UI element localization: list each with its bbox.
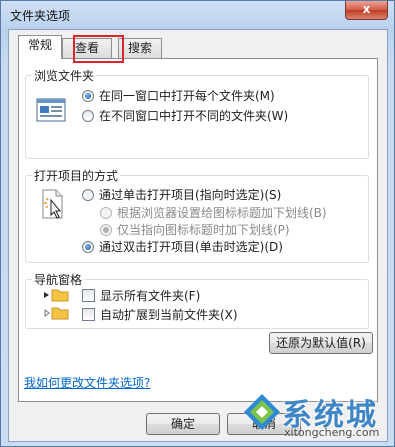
- double-click-label: 通过双击打开项目(单击时选定)(D): [99, 240, 283, 254]
- single-click-radio[interactable]: [82, 189, 94, 201]
- single-click-label: 通过单击打开项目(指向时选定)(S): [99, 188, 282, 202]
- general-tab-panel: 浏览文件夹 在同一窗口中打开每个文件夹(M) 在不同窗口中打开不同的文件夹(W)…: [18, 58, 378, 402]
- underline-browser-radio: [100, 207, 112, 219]
- browse-folders-group: 浏览文件夹 在同一窗口中打开每个文件夹(M) 在不同窗口中打开不同的文件夹(W): [25, 67, 369, 159]
- browse-same-window-radio[interactable]: [82, 90, 94, 102]
- underline-browser-label: 根据浏览器设置给图标标题加下划线(B): [117, 206, 327, 220]
- underline-browser-option: 根据浏览器设置给图标标题加下划线(B): [100, 204, 327, 221]
- show-all-folders-checkbox[interactable]: [82, 289, 95, 302]
- show-all-folders-option[interactable]: 显示所有文件夹(F): [82, 287, 200, 304]
- navigation-tree-icon: [42, 288, 72, 322]
- folder-options-dialog: 文件夹选项 x 常规 查看 搜索 浏览文件夹 在同一窗口中打开每个文件夹(M) …: [0, 0, 395, 447]
- ok-button[interactable]: 确定: [146, 413, 220, 435]
- underline-point-label: 仅当指向图标标题时加下划线(P): [117, 223, 290, 237]
- tab-general[interactable]: 常规: [18, 35, 62, 59]
- show-all-folders-label: 显示所有文件夹(F): [100, 289, 201, 303]
- title-bar[interactable]: 文件夹选项 x: [1, 1, 394, 27]
- auto-expand-label: 自动扩展到当前文件夹(X): [100, 308, 238, 322]
- auto-expand-option[interactable]: 自动扩展到当前文件夹(X): [82, 306, 238, 323]
- browse-new-window-label: 在不同窗口中打开不同的文件夹(W): [99, 109, 289, 123]
- double-click-option[interactable]: 通过双击打开项目(单击时选定)(D): [82, 238, 283, 255]
- click-items-title: 打开项目的方式: [32, 167, 121, 184]
- tab-search[interactable]: 搜索: [118, 38, 162, 58]
- browse-folders-title: 浏览文件夹: [32, 67, 97, 84]
- browse-new-window-option[interactable]: 在不同窗口中打开不同的文件夹(W): [82, 107, 288, 124]
- tab-general-label: 常规: [27, 38, 52, 52]
- folder-window-icon: [36, 98, 66, 122]
- site-watermark: 系统城 xitongcheng.com: [234, 386, 394, 446]
- underline-point-option: 仅当指向图标标题时加下划线(P): [100, 221, 290, 238]
- single-click-option[interactable]: 通过单击打开项目(指向时选定)(S): [82, 186, 281, 203]
- browse-same-window-option[interactable]: 在同一窗口中打开每个文件夹(M): [82, 87, 275, 104]
- restore-defaults-button[interactable]: 还原为默认值(R): [269, 332, 373, 354]
- navigation-pane-title: 导航窗格: [32, 271, 85, 288]
- click-cursor-icon: [40, 188, 68, 220]
- navigation-pane-group: 导航窗格 显示所有文件夹(F) 自动扩展到当前文件夹(X): [25, 271, 369, 329]
- help-link[interactable]: 我如何更改文件夹选项?: [24, 374, 150, 391]
- click-items-group: 打开项目的方式 通过单击打开项目(指向时选定)(S) 根据浏览器设置给图标标题加…: [25, 167, 369, 263]
- dialog-client-area: 常规 查看 搜索 浏览文件夹 在同一窗口中打开每个文件夹(M) 在不同窗口中打开…: [8, 29, 388, 442]
- double-click-radio[interactable]: [82, 241, 94, 253]
- window-title: 文件夹选项: [10, 9, 71, 23]
- browse-new-window-radio[interactable]: [82, 110, 94, 122]
- auto-expand-checkbox[interactable]: [82, 308, 95, 321]
- tab-search-label: 搜索: [127, 41, 152, 55]
- close-button[interactable]: x: [345, 1, 388, 20]
- watermark-url: xitongcheng.com: [284, 426, 380, 439]
- watermark-logo-icon: [244, 394, 280, 430]
- underline-point-radio: [100, 224, 112, 236]
- close-icon: x: [362, 2, 371, 16]
- browse-same-window-label: 在同一窗口中打开每个文件夹(M): [99, 89, 275, 103]
- view-tab-highlight-box: [73, 35, 124, 63]
